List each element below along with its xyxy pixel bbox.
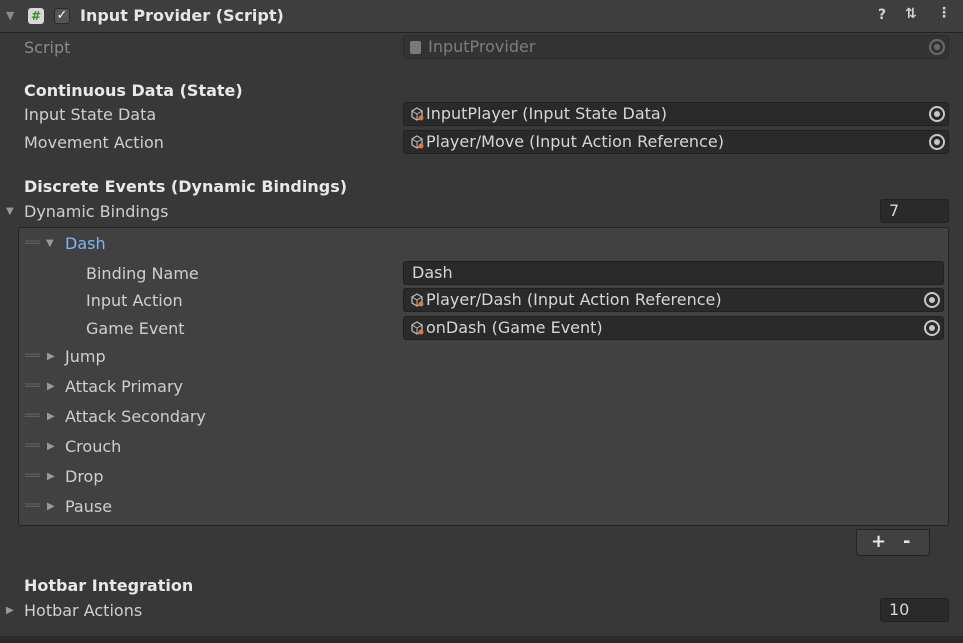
drag-handle-icon[interactable]: ══ <box>25 438 40 454</box>
hotbar-heading: Hotbar Integration <box>24 576 194 595</box>
help-icon[interactable]: ? <box>878 7 886 23</box>
object-picker-icon[interactable] <box>929 106 945 122</box>
list-item-dash[interactable]: Dash <box>65 234 106 253</box>
object-picker-icon[interactable] <box>924 320 940 336</box>
list-add-remove-footer: + - <box>856 529 930 556</box>
input-action-field[interactable]: Player/Dash (Input Action Reference) <box>403 288 944 312</box>
element-foldout-icon[interactable]: ▼ <box>46 238 54 249</box>
drag-handle-icon[interactable]: ══ <box>25 408 40 424</box>
drag-handle-icon[interactable]: ══ <box>25 378 40 394</box>
scriptable-object-icon <box>411 107 424 121</box>
drag-handle-icon[interactable]: ══ <box>25 235 40 251</box>
script-file-icon <box>410 41 421 54</box>
list-item-attack-primary[interactable]: Attack Primary <box>65 377 183 396</box>
element-foldout-icon[interactable]: ▶ <box>47 501 55 512</box>
script-label: Script <box>24 38 71 57</box>
remove-element-button[interactable]: - <box>903 531 910 552</box>
list-item-crouch[interactable]: Crouch <box>65 437 121 456</box>
drag-handle-icon[interactable]: ══ <box>25 468 40 484</box>
input-state-field[interactable]: InputPlayer (Input State Data) <box>403 102 949 126</box>
more-icon[interactable]: ⋮ <box>937 5 951 21</box>
list-item-attack-secondary[interactable]: Attack Secondary <box>65 407 206 426</box>
presets-icon[interactable]: ⇅ <box>905 6 917 22</box>
object-picker-icon[interactable] <box>924 292 940 308</box>
drag-handle-icon[interactable]: ══ <box>25 348 40 364</box>
element-foldout-icon[interactable]: ▶ <box>47 471 55 482</box>
scriptable-object-icon <box>411 293 424 307</box>
continuous-heading: Continuous Data (State) <box>24 81 243 100</box>
object-picker-icon <box>929 39 945 55</box>
game-event-label: Game Event <box>86 319 185 338</box>
inspector-bottom-divider <box>0 636 963 643</box>
script-icon: # <box>28 8 44 24</box>
dynamic-bindings-label[interactable]: Dynamic Bindings <box>24 202 168 221</box>
binding-name-input[interactable]: Dash <box>403 261 944 285</box>
component-title: Input Provider (Script) <box>80 6 284 25</box>
component-header[interactable]: ▼ # ✓ Input Provider (Script) ? ⇅ ⋮ <box>0 0 963 33</box>
script-field-value: InputProvider <box>428 37 536 56</box>
dynamic-bindings-foldout-icon[interactable]: ▼ <box>6 206 14 217</box>
element-foldout-icon[interactable]: ▶ <box>47 441 55 452</box>
script-field: InputProvider <box>403 35 949 59</box>
hotbar-actions-size-field[interactable]: 10 <box>880 598 949 622</box>
add-element-button[interactable]: + <box>871 531 886 552</box>
movement-action-field[interactable]: Player/Move (Input Action Reference) <box>403 130 949 154</box>
object-picker-icon[interactable] <box>929 134 945 150</box>
foldout-arrow-icon[interactable]: ▼ <box>6 9 14 22</box>
input-state-label: Input State Data <box>24 105 157 124</box>
movement-action-value: Player/Move (Input Action Reference) <box>426 132 724 151</box>
input-action-value: Player/Dash (Input Action Reference) <box>426 290 722 309</box>
element-foldout-icon[interactable]: ▶ <box>47 381 55 392</box>
hotbar-actions-foldout-icon[interactable]: ▶ <box>6 605 14 616</box>
input-state-value: InputPlayer (Input State Data) <box>426 104 667 123</box>
list-item-pause[interactable]: Pause <box>65 497 112 516</box>
binding-name-label: Binding Name <box>86 264 199 283</box>
discrete-heading: Discrete Events (Dynamic Bindings) <box>24 177 348 196</box>
game-event-value: onDash (Game Event) <box>426 318 603 337</box>
element-foldout-icon[interactable]: ▶ <box>47 411 55 422</box>
element-foldout-icon[interactable]: ▶ <box>47 351 55 362</box>
scriptable-object-icon <box>411 135 424 149</box>
scriptable-object-icon <box>411 321 424 335</box>
drag-handle-icon[interactable]: ══ <box>25 498 40 514</box>
input-action-label: Input Action <box>86 291 183 310</box>
hotbar-actions-label[interactable]: Hotbar Actions <box>24 601 142 620</box>
dynamic-bindings-size-field[interactable]: 7 <box>880 199 949 223</box>
game-event-field[interactable]: onDash (Game Event) <box>403 316 944 340</box>
movement-action-label: Movement Action <box>24 133 164 152</box>
list-item-drop[interactable]: Drop <box>65 467 104 486</box>
list-item-jump[interactable]: Jump <box>65 347 106 366</box>
enabled-checkbox[interactable]: ✓ <box>54 8 70 24</box>
